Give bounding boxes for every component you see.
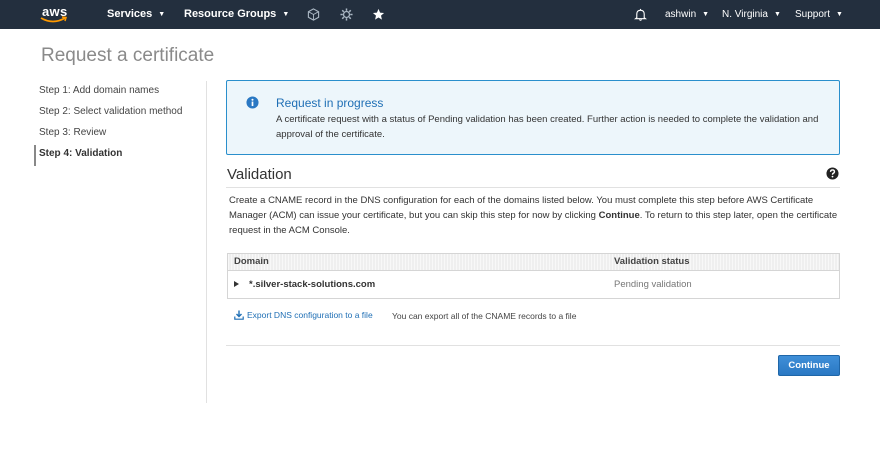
alert-title: Request in progress <box>276 96 384 110</box>
request-in-progress-alert: Request in progress A certificate reques… <box>226 80 840 155</box>
validation-status: Pending validation <box>614 279 692 290</box>
support-menu[interactable]: Support ▼ <box>795 0 843 29</box>
bell-icon[interactable] <box>634 8 647 21</box>
section-divider <box>226 187 840 188</box>
alert-message: A certificate request with a status of P… <box>276 114 819 140</box>
chevron-down-icon: ▼ <box>836 11 843 18</box>
step-4-validation: Step 4: Validation <box>34 145 206 166</box>
resource-groups-menu[interactable]: Resource Groups ▼ <box>184 0 289 29</box>
wizard-steps: Step 1: Add domain names Step 2: Select … <box>34 82 206 166</box>
table-header: Domain Validation status <box>228 254 839 271</box>
pin-icon[interactable] <box>372 8 385 21</box>
chevron-down-icon: ▼ <box>158 11 166 18</box>
column-header-domain: Domain <box>234 256 269 267</box>
sidebar-divider <box>206 81 207 403</box>
expand-caret-icon[interactable] <box>234 281 239 287</box>
table-row[interactable]: *.silver-stack-solutions.com Pending val… <box>228 271 839 298</box>
validation-description: Create a CNAME record in the DNS configu… <box>229 195 838 236</box>
top-nav: aws Services ▼ Resource Groups ▼ ashwin ▼ <box>0 0 880 29</box>
info-icon <box>246 96 259 109</box>
domain-validation-table: Domain Validation status *.silver-stack-… <box>227 253 840 299</box>
column-header-validation-status: Validation status <box>614 256 690 267</box>
chevron-down-icon: ▼ <box>773 11 781 18</box>
chevron-down-icon: ▼ <box>702 11 710 18</box>
step-3-review[interactable]: Step 3: Review <box>34 124 206 145</box>
help-icon[interactable] <box>826 167 839 180</box>
domain-name: *.silver-stack-solutions.com <box>249 279 376 290</box>
chevron-down-icon: ▼ <box>282 11 290 18</box>
download-icon <box>234 310 244 320</box>
step-1-add-domain-names[interactable]: Step 1: Add domain names <box>34 82 206 103</box>
aws-smile-icon <box>40 16 67 23</box>
export-note: You can export all of the CNAME records … <box>392 311 577 321</box>
step-2-select-validation-method[interactable]: Step 2: Select validation method <box>34 103 206 124</box>
aws-logo[interactable]: aws <box>40 3 70 25</box>
user-menu[interactable]: ashwin ▼ <box>665 0 709 29</box>
gear-cog-icon[interactable] <box>340 8 353 21</box>
export-dns-configuration-link[interactable]: Export DNS configuration to a file <box>234 310 373 320</box>
footer-divider <box>226 345 840 346</box>
validation-heading: Validation <box>227 166 292 183</box>
region-menu[interactable]: N. Virginia ▼ <box>722 0 781 29</box>
cube-icon[interactable] <box>307 8 320 21</box>
services-menu[interactable]: Services ▼ <box>107 0 165 29</box>
page-title: Request a certificate <box>41 45 215 66</box>
continue-button[interactable]: Continue <box>778 355 840 376</box>
